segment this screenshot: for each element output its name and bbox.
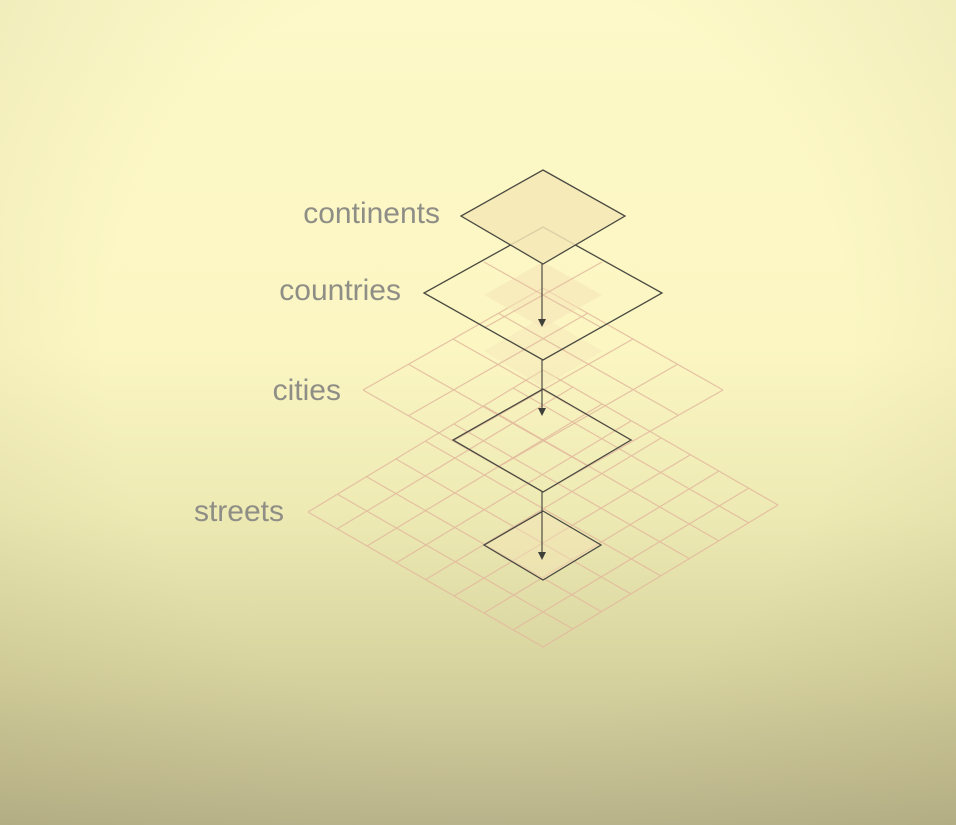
continents-tile (459, 169, 627, 265)
layer-continents (459, 169, 627, 265)
label-cities: cities (273, 374, 341, 407)
arrowhead-icon (538, 408, 546, 416)
layer-stack-diagram: continents countries cities streets (194, 169, 779, 648)
diagram-canvas: continents countries cities streets (0, 0, 956, 825)
label-streets: streets (194, 495, 284, 528)
label-countries: countries (279, 274, 401, 307)
label-continents: continents (303, 197, 440, 230)
